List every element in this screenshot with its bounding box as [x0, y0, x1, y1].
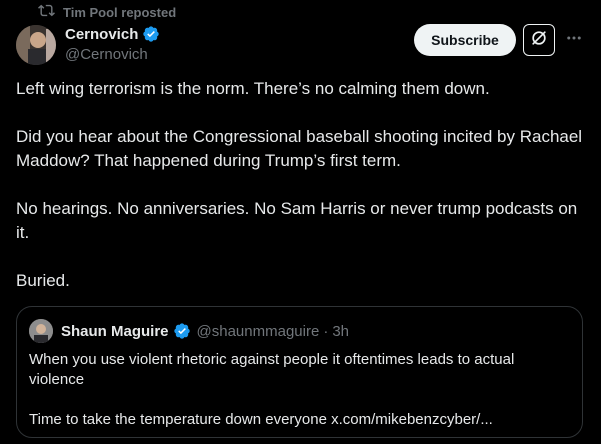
quoted-tweet-text: When you use violent rhetoric against pe… [29, 350, 569, 430]
verified-badge-icon [173, 322, 191, 340]
separator-dot: · [323, 322, 329, 340]
grok-icon [529, 28, 549, 53]
quoted-tweet[interactable]: Shaun Maguire @shaunmmaguire · 3h When y… [16, 306, 583, 438]
tweet-paragraph: Did you hear about the Congressional bas… [16, 127, 583, 170]
repost-icon [38, 2, 55, 22]
quoted-tweet-header: Shaun Maguire @shaunmmaguire · 3h [29, 319, 570, 343]
repost-label: Tim Pool reposted [63, 4, 177, 20]
quoted-paragraph: When you use violent rhetoric against pe… [29, 351, 515, 388]
tweet-paragraph: No hearings. No anniversaries. No Sam Ha… [16, 199, 578, 242]
quoted-paragraph: Time to take the temperature down everyo… [29, 411, 493, 428]
more-icon [565, 29, 583, 52]
tweet-view: Tim Pool reposted Cernovich @Cernovich S… [0, 0, 601, 444]
author-handle[interactable]: @Cernovich [65, 46, 160, 63]
tweet-paragraph: Left wing terrorism is the norm. There’s… [16, 79, 490, 98]
more-options-button[interactable] [562, 28, 586, 52]
author-display-name[interactable]: Cernovich [65, 26, 138, 43]
author-info: Cernovich @Cernovich [65, 25, 160, 63]
quoted-author-name: Shaun Maguire [61, 322, 169, 340]
quoted-author-avatar [29, 319, 53, 343]
author-avatar[interactable] [16, 25, 56, 65]
tweet-text: Left wing terrorism is the norm. There’s… [16, 77, 586, 317]
grok-button[interactable] [523, 24, 555, 56]
quoted-author-handle: @shaunmmaguire [196, 322, 320, 340]
subscribe-button[interactable]: Subscribe [414, 24, 516, 56]
quoted-tweet-time: 3h [332, 322, 349, 340]
tweet-paragraph: Buried. [16, 271, 70, 290]
verified-badge-icon[interactable] [142, 25, 160, 43]
repost-indicator[interactable]: Tim Pool reposted [38, 3, 176, 21]
